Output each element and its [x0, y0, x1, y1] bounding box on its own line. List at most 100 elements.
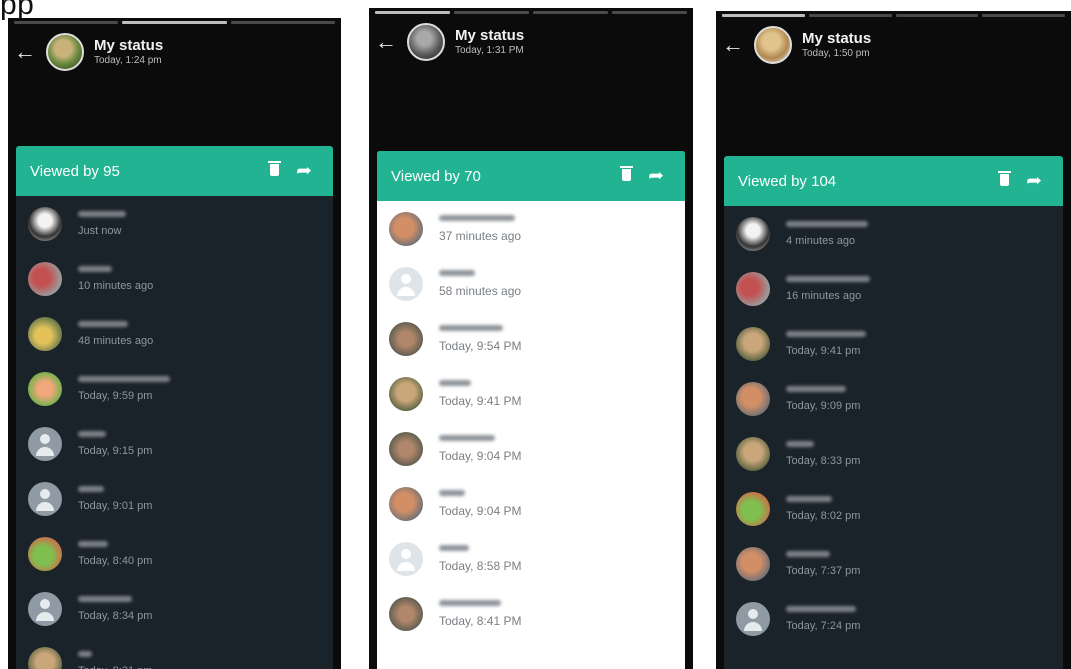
progress-segment: [982, 14, 1065, 17]
status-time: Today, 1:31 PM: [455, 44, 524, 56]
viewers-list: 4 minutes ago 16 minutes ago Today, 9:41 p…: [724, 206, 1063, 646]
forward-button[interactable]: ➦: [1019, 171, 1049, 191]
delete-button[interactable]: [259, 161, 289, 180]
status-header: ← My status Today, 1:31 PM: [369, 18, 693, 66]
back-arrow-icon[interactable]: ←: [718, 32, 748, 58]
viewed-time: Just now: [78, 224, 122, 237]
viewed-time: Today, 7:24 pm: [786, 619, 861, 632]
blurred-name: [439, 324, 503, 331]
blurred-name: [786, 330, 866, 337]
blurred-name: [786, 275, 870, 282]
avatar: [736, 381, 770, 416]
share-icon: ➦: [1026, 171, 1042, 190]
avatar: [389, 321, 423, 356]
progress-segment: [375, 11, 450, 14]
blurred-name: [78, 375, 170, 382]
viewer-row[interactable]: 37 minutes ago: [377, 201, 685, 256]
viewer-row[interactable]: Today, 8:34 pm: [16, 581, 333, 636]
viewer-row[interactable]: Today, 8:58 PM: [377, 531, 685, 586]
progress-segment: [722, 14, 805, 17]
avatar: [754, 26, 792, 64]
forward-button[interactable]: ➦: [289, 161, 319, 181]
viewer-row[interactable]: Today, 9:15 pm: [16, 416, 333, 471]
viewed-time: Today, 8:58 PM: [439, 558, 522, 573]
blurred-name: [78, 540, 108, 547]
trash-icon: [619, 166, 633, 181]
viewer-row[interactable]: Today, 9:01 pm: [16, 471, 333, 526]
blurred-name: [78, 650, 92, 657]
avatar: [389, 431, 423, 466]
viewed-time: Today, 9:04 PM: [439, 448, 522, 463]
viewed-time: 4 minutes ago: [786, 234, 856, 247]
status-header: ← My status Today, 1:50 pm: [716, 21, 1071, 69]
viewer-row[interactable]: Today, 9:04 PM: [377, 476, 685, 531]
viewer-row[interactable]: Today, 9:59 pm: [16, 361, 333, 416]
forward-button[interactable]: ➦: [641, 166, 671, 186]
status-progress: [14, 21, 335, 24]
viewer-row[interactable]: 48 minutes ago: [16, 306, 333, 361]
viewer-row[interactable]: 58 minutes ago: [377, 256, 685, 311]
delete-button[interactable]: [989, 171, 1019, 190]
share-icon: ➦: [296, 161, 312, 180]
avatar: [736, 271, 770, 306]
avatar: [28, 206, 62, 241]
avatar: [736, 546, 770, 581]
avatar: [389, 486, 423, 521]
progress-segment: [454, 11, 529, 14]
progress-segment: [895, 14, 979, 17]
viewed-by-count: Viewed by 104: [738, 172, 837, 190]
avatar: [389, 376, 423, 411]
trash-icon: [267, 161, 281, 176]
status-time: Today, 1:50 pm: [802, 47, 870, 59]
viewer-row[interactable]: Today, 8:40 pm: [16, 526, 333, 581]
status-time: Today, 1:24 pm: [94, 54, 162, 66]
viewed-time: 58 minutes ago: [439, 283, 522, 298]
viewer-row[interactable]: 4 minutes ago: [724, 206, 1063, 261]
blurred-name: [786, 550, 830, 557]
avatar: [389, 211, 423, 246]
avatar: [407, 23, 445, 61]
back-arrow-icon[interactable]: ←: [10, 39, 40, 65]
viewer-row[interactable]: Today, 8:41 PM: [377, 586, 685, 641]
viewed-time: Today, 9:09 pm: [786, 399, 861, 412]
viewer-row[interactable]: Today, 7:24 pm: [724, 591, 1063, 646]
viewer-row[interactable]: 10 minutes ago: [16, 251, 333, 306]
avatar: [28, 536, 62, 571]
viewed-time: Today, 9:04 PM: [439, 503, 522, 518]
viewed-time: 48 minutes ago: [78, 334, 154, 347]
viewers-sheet: Viewed by 70 ➦ 37 minutes ago 58 minutes …: [377, 151, 685, 669]
viewed-by-count: Viewed by 70: [391, 167, 481, 185]
viewer-row[interactable]: Today, 9:41 PM: [377, 366, 685, 421]
progress-segment: [230, 21, 335, 24]
viewer-row[interactable]: Today, 7:37 pm: [724, 536, 1063, 591]
avatar: [46, 33, 84, 71]
back-arrow-icon[interactable]: ←: [371, 29, 401, 55]
delete-button[interactable]: [611, 166, 641, 185]
blurred-name: [78, 210, 126, 217]
avatar: [28, 481, 62, 516]
avatar: [736, 326, 770, 361]
viewed-time: Today, 8:34 pm: [78, 609, 153, 622]
viewer-row[interactable]: Today, 9:04 PM: [377, 421, 685, 476]
viewer-row[interactable]: 16 minutes ago: [724, 261, 1063, 316]
avatar: [389, 596, 423, 631]
viewer-row[interactable]: Today, 8:33 pm: [724, 426, 1063, 481]
viewers-list: 37 minutes ago 58 minutes ago Today, 9:54 …: [377, 201, 685, 641]
status-screen: ← My status Today, 1:50 pm Viewed by 104…: [716, 11, 1071, 669]
viewed-time: Today, 8:41 PM: [439, 613, 522, 628]
progress-segment: [808, 14, 892, 17]
blurred-name: [786, 495, 832, 502]
viewer-row[interactable]: Today, 9:41 pm: [724, 316, 1063, 371]
viewer-row[interactable]: Today, 8:31 pm: [16, 636, 333, 669]
viewed-time: Today, 9:41 pm: [786, 344, 861, 357]
viewer-row[interactable]: Today, 9:54 PM: [377, 311, 685, 366]
viewed-time: Today, 8:33 pm: [786, 454, 861, 467]
viewers-header: Viewed by 95 ➦: [16, 146, 333, 196]
blurred-name: [439, 214, 515, 221]
viewer-row[interactable]: Just now: [16, 196, 333, 251]
viewed-time: Today, 9:15 pm: [78, 444, 153, 457]
viewer-row[interactable]: Today, 8:02 pm: [724, 481, 1063, 536]
viewer-row[interactable]: Today, 9:09 pm: [724, 371, 1063, 426]
avatar: [28, 316, 62, 351]
avatar: [28, 261, 62, 296]
